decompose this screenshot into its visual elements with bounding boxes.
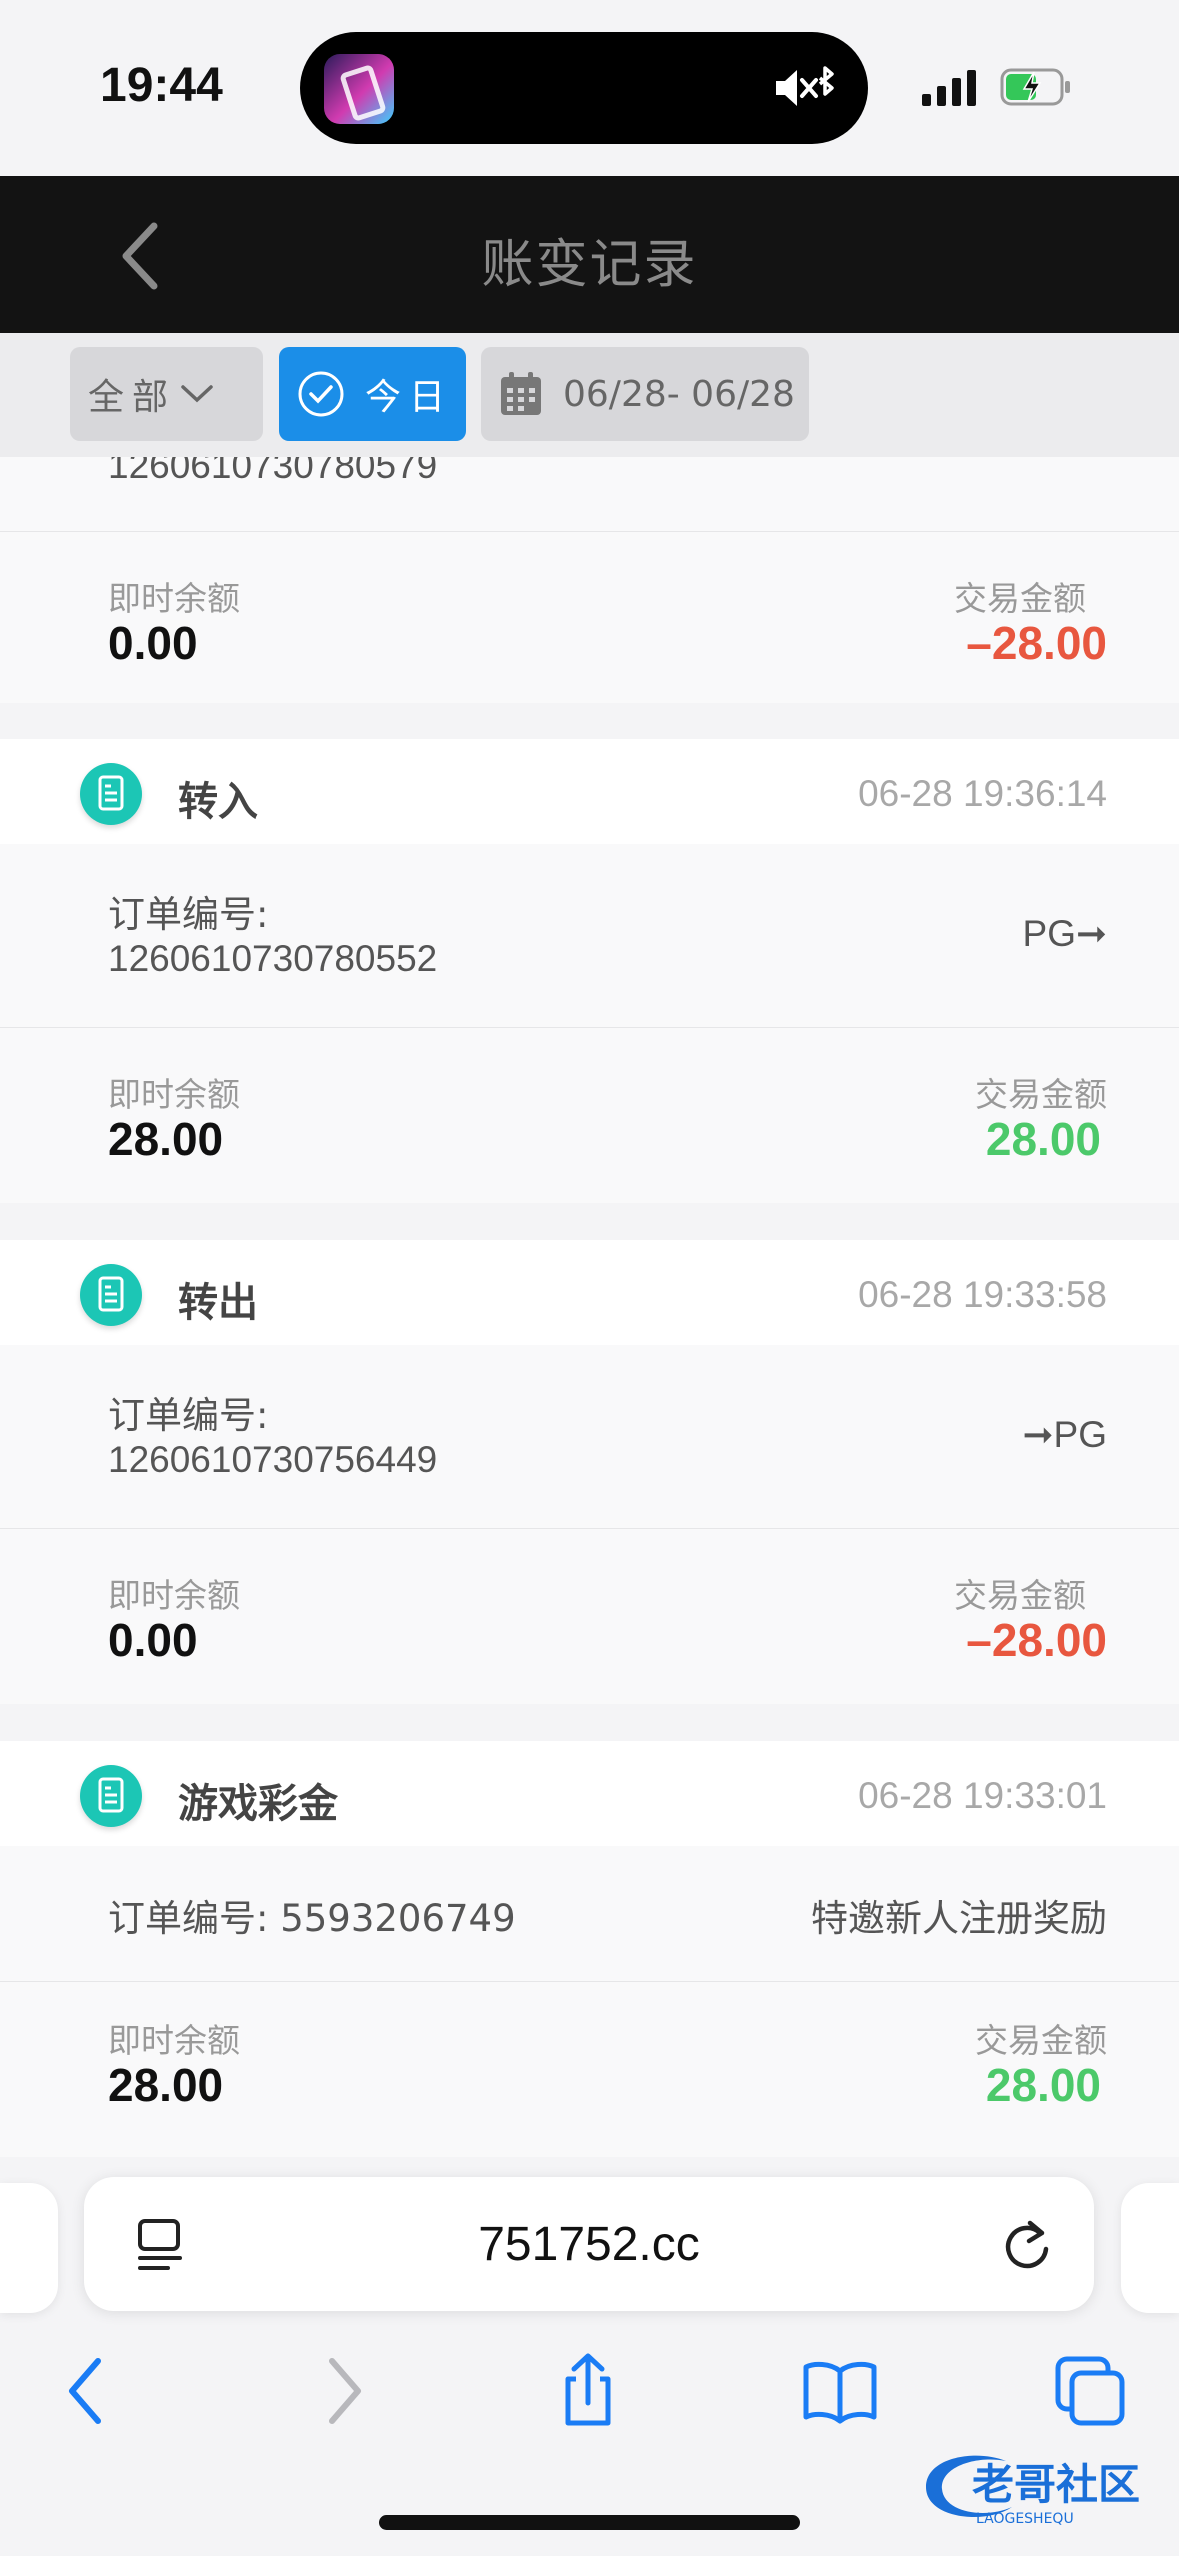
transaction-card-partial[interactable]: 1260610730780579 即时余额 0.00 交易金额 –28.00	[0, 457, 1179, 703]
balance-value: 0.00	[108, 617, 198, 669]
receipt-icon	[80, 1765, 142, 1827]
now-playing-app-icon[interactable]	[324, 54, 394, 124]
balance-value: 28.00	[108, 2059, 224, 2111]
filter-all-dropdown[interactable]: 全部	[70, 347, 263, 441]
transaction-time: 06-28 19:33:58	[858, 1274, 1107, 1315]
share-icon[interactable]	[548, 2351, 628, 2431]
filter-today-button[interactable]: 今日	[279, 347, 466, 441]
card-header: 转入 06-28 19:36:14	[0, 739, 1179, 844]
order-number: 1260610730780552	[108, 938, 438, 979]
order-row: 订单编号: 1260610730756449 ➞PG	[0, 1345, 1179, 1529]
order-number: 1260610730756449	[108, 1439, 438, 1480]
amount-value: 28.00	[985, 1113, 1101, 1165]
transaction-time: 06-28 19:33:01	[858, 1775, 1107, 1816]
filter-all-label: 全部	[88, 377, 177, 418]
amount-label: 交易金额	[954, 579, 1086, 618]
transfer-target: PG➞	[1022, 913, 1107, 954]
receipt-icon	[80, 763, 142, 825]
transfer-target: ➞PG	[1022, 1414, 1107, 1455]
previous-tab-preview[interactable]	[0, 2183, 58, 2313]
amount-row: 即时余额 28.00 交易金额 28.00	[0, 1982, 1179, 2157]
order-label: 订单编号: 5593206749	[108, 1897, 516, 1940]
balance-value: 0.00	[108, 1614, 198, 1666]
balance-label: 即时余额	[108, 579, 240, 618]
bonus-reason: 特邀新人注册奖励	[811, 1898, 1107, 1939]
status-bar: 19:44	[0, 0, 1179, 176]
amount-value: 28.00	[985, 2059, 1101, 2111]
nav-header: 账变记录	[0, 176, 1179, 333]
reload-icon[interactable]	[1000, 2217, 1054, 2273]
amount-value: –28.00	[966, 617, 1107, 669]
dynamic-island[interactable]	[300, 32, 868, 144]
balance-value: 28.00	[108, 1113, 224, 1165]
amount-label: 交易金额	[954, 1576, 1086, 1615]
amount-label: 交易金额	[975, 2021, 1107, 2060]
calendar-icon	[501, 372, 541, 415]
transaction-type: 转入	[178, 779, 258, 825]
card-header: 游戏彩金 06-28 19:33:01	[0, 1741, 1179, 1846]
filter-today-label: 今日	[365, 377, 454, 418]
tabs-icon[interactable]	[1050, 2351, 1130, 2431]
bookmarks-icon[interactable]	[800, 2351, 880, 2431]
order-row: 订单编号: 1260610730780552 PG➞	[0, 844, 1179, 1028]
balance-label: 即时余额	[108, 2021, 240, 2060]
filter-bar: 全部 今日 06/28- 06/28	[0, 333, 1179, 457]
amount-row: 即时余额 0.00 交易金额 –28.00	[0, 532, 1179, 703]
order-number: 1260610730780579	[108, 457, 438, 486]
order-label: 订单编号:	[108, 1394, 269, 1437]
order-row: 订单编号: 5593206749 特邀新人注册奖励	[0, 1846, 1179, 1982]
address-bar[interactable]: 751752.cc	[84, 2177, 1094, 2311]
amount-label: 交易金额	[975, 1075, 1107, 1114]
transaction-type: 转出	[178, 1280, 258, 1326]
date-range-picker[interactable]: 06/28- 06/28	[481, 347, 809, 441]
watermark-logo: 老哥社区 LAOGESHEQU	[926, 2455, 1140, 2527]
check-circle-icon	[298, 371, 344, 417]
amount-value: –28.00	[966, 1614, 1107, 1666]
page-title: 账变记录	[481, 235, 698, 295]
balance-label: 即时余额	[108, 1576, 240, 1615]
url-text[interactable]: 751752.cc	[84, 2217, 1094, 2272]
transaction-card[interactable]: 转出 06-28 19:33:58 订单编号: 1260610730756449…	[0, 1240, 1179, 1704]
transaction-time: 06-28 19:36:14	[858, 773, 1107, 814]
mute-bluetooth-icon	[776, 66, 834, 106]
battery-charging-icon	[1000, 68, 1070, 106]
watermark-text: 老哥社区	[972, 2460, 1140, 2509]
receipt-icon	[80, 1264, 142, 1326]
transaction-card[interactable]: 转入 06-28 19:36:14 订单编号: 1260610730780552…	[0, 739, 1179, 1203]
transaction-card[interactable]: 游戏彩金 06-28 19:33:01 订单编号: 5593206749 特邀新…	[0, 1741, 1179, 2157]
date-range-text: 06/28- 06/28	[563, 373, 795, 415]
browser-toolbar: 751752.cc 老哥社区 LAOGESHEQU	[0, 2157, 1179, 2556]
browser-forward-icon[interactable]	[302, 2351, 382, 2431]
balance-label: 即时余额	[108, 1075, 240, 1114]
amount-row: 即时余额 0.00 交易金额 –28.00	[0, 1529, 1179, 1704]
home-indicator[interactable]	[379, 2515, 800, 2530]
browser-back-icon[interactable]	[48, 2351, 128, 2431]
next-tab-preview[interactable]	[1121, 2183, 1179, 2313]
chevron-down-icon	[181, 385, 213, 403]
transaction-type: 游戏彩金	[178, 1781, 338, 1827]
status-time: 19:44	[100, 59, 223, 112]
order-label: 订单编号:	[108, 893, 269, 936]
watermark-subtext: LAOGESHEQU	[976, 2511, 1074, 2527]
transaction-list[interactable]: 1260610730780579 即时余额 0.00 交易金额 –28.00 转…	[0, 457, 1179, 2157]
amount-row: 即时余额 28.00 交易金额 28.00	[0, 1028, 1179, 1203]
card-header: 转出 06-28 19:33:58	[0, 1240, 1179, 1345]
order-row: 1260610730780579	[0, 457, 1179, 532]
cellular-signal-icon	[922, 70, 976, 106]
